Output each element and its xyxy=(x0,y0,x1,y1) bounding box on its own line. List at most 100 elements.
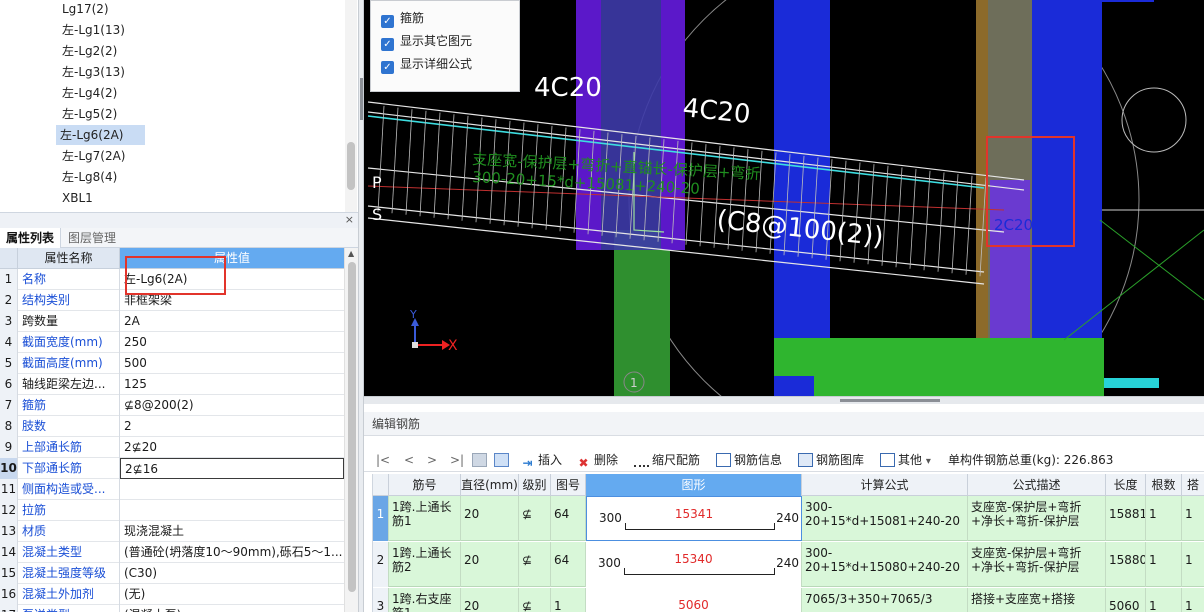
rebar-cell-dia[interactable]: 20 xyxy=(461,496,519,541)
rebar-cell-length[interactable]: 15881 xyxy=(1106,496,1146,541)
rebar-cell-idx[interactable]: 2 xyxy=(373,542,389,587)
tree-scrollbar[interactable] xyxy=(345,0,357,212)
move-up-button[interactable] xyxy=(472,448,490,472)
property-value[interactable] xyxy=(120,500,344,521)
horizontal-splitter[interactable] xyxy=(364,396,1204,404)
property-row[interactable]: 5 截面高度(mm) 500 xyxy=(0,353,344,374)
scrollbar-thumb[interactable] xyxy=(347,142,355,190)
other-menu-button[interactable]: 其他 ▾ xyxy=(880,448,931,472)
scroll-up-icon[interactable]: ▲ xyxy=(348,249,354,258)
rebar-info-button[interactable]: 钢筋信息 xyxy=(716,448,782,472)
rebar-library-button[interactable]: 钢筋图库 xyxy=(798,448,864,472)
tree-item[interactable]: 左-Lg1(13) xyxy=(58,20,129,40)
rebar-cell-length[interactable]: 5060 xyxy=(1106,588,1146,612)
checkbox-checked-icon[interactable]: ✓ xyxy=(381,38,394,51)
property-value[interactable]: 左-Lg6(2A) xyxy=(120,269,344,290)
property-row[interactable]: 9 上部通长筋 2⊈20 xyxy=(0,437,344,458)
property-value[interactable]: 250 xyxy=(120,332,344,353)
rebar-cell-fig[interactable]: 1 xyxy=(551,588,586,612)
rebar-cell-formula[interactable]: 300-20+15*d+15080+240-20 xyxy=(802,542,968,587)
property-row[interactable]: 1 名称 左-Lg6(2A) xyxy=(0,269,344,290)
property-row[interactable]: 15 混凝土强度等级 (C30) xyxy=(0,563,344,584)
checkbox-checked-icon[interactable]: ✓ xyxy=(381,61,394,74)
rebar-shape-cell[interactable]: 300 15341 240 xyxy=(586,496,802,541)
property-row[interactable]: 3 跨数量 2A xyxy=(0,311,344,332)
tab-property-list[interactable]: 属性列表 xyxy=(0,228,62,248)
first-button[interactable]: |< xyxy=(376,448,390,472)
property-row[interactable]: 14 混凝土类型 (普通砼(坍落度10～90mm),砾石5～1... xyxy=(0,542,344,563)
rebar-shape-cell[interactable]: 300 15340 240 xyxy=(586,542,802,587)
property-row[interactable]: 10 下部通长筋 2⊈16 xyxy=(0,458,344,479)
property-value[interactable]: 125 xyxy=(120,374,344,395)
tab-layer-management[interactable]: 图层管理 xyxy=(62,228,122,248)
prev-button[interactable]: < xyxy=(404,448,414,472)
insert-button[interactable]: ⇥ 插入 xyxy=(520,448,562,472)
tree-item[interactable]: 左-Lg3(13) xyxy=(58,62,129,82)
rebar-cell-desc[interactable]: 支座宽-保护层+弯折+净长+弯折-保护层 xyxy=(968,496,1106,541)
property-value[interactable]: 2 xyxy=(120,416,344,437)
rebar-cell-name[interactable]: 1跨.上通长筋1 xyxy=(389,496,461,541)
tree-item[interactable]: 左-Lg2(2) xyxy=(58,41,121,61)
last-button[interactable]: >| xyxy=(450,448,464,472)
property-row[interactable]: 16 混凝土外加剂 (无) xyxy=(0,584,344,605)
rebar-cell-fig[interactable]: 64 xyxy=(551,542,586,587)
rebar-cell-dia[interactable]: 20 xyxy=(461,588,519,612)
rebar-cell-grade[interactable]: ⊈ xyxy=(519,496,551,541)
tree-item[interactable]: Lg17(2) xyxy=(58,0,113,19)
property-value[interactable]: 2A xyxy=(120,311,344,332)
property-value[interactable]: ⊈8@200(2) xyxy=(120,395,344,416)
tree-item[interactable]: 左-Lg5(2) xyxy=(58,104,121,124)
property-row[interactable]: 12 拉筋 xyxy=(0,500,344,521)
scale-rebar-button[interactable]: 缩尺配筋 xyxy=(634,448,700,472)
rebar-cell-count[interactable]: 1 xyxy=(1146,588,1182,612)
3d-viewport[interactable]: P S 4C20 4C20 (C8@100(2)) 支座宽-保护层+弯折+直锚长… xyxy=(364,0,1204,396)
property-row[interactable]: 6 轴线距梁左边... 125 xyxy=(0,374,344,395)
rebar-cell-fig[interactable]: 64 xyxy=(551,496,586,541)
splitter-grip[interactable] xyxy=(360,78,363,120)
property-row[interactable]: 4 截面宽度(mm) 250 xyxy=(0,332,344,353)
tree-item[interactable]: 左-Lg8(4) xyxy=(58,167,121,187)
close-icon[interactable]: × xyxy=(345,213,354,227)
tree-item[interactable]: 左-Lg7(2A) xyxy=(58,146,129,166)
property-row[interactable]: 2 结构类别 非框架梁 xyxy=(0,290,344,311)
property-value[interactable]: 500 xyxy=(120,353,344,374)
rebar-cell-grade[interactable]: ⊈ xyxy=(519,542,551,587)
property-value[interactable] xyxy=(120,479,344,500)
property-row[interactable]: 7 箍筋 ⊈8@200(2) xyxy=(0,395,344,416)
property-value[interactable]: (普通砼(坍落度10～90mm),砾石5～1... xyxy=(120,542,344,563)
rebar-row[interactable]: 2 1跨.上通长筋2 20 ⊈ 64 300 15340 240 300-20+15*d+150… xyxy=(373,542,1204,587)
tree-item[interactable]: XBL1 xyxy=(58,188,97,208)
property-value[interactable]: 现浇混凝土 xyxy=(120,521,344,542)
move-down-button[interactable] xyxy=(494,448,512,472)
property-row[interactable]: 8 肢数 2 xyxy=(0,416,344,437)
property-scrollbar[interactable]: ▲ xyxy=(344,248,358,612)
rebar-cell-count[interactable]: 1 xyxy=(1146,542,1182,587)
rebar-cell-idx[interactable]: 1 xyxy=(373,496,389,541)
checkbox-checked-icon[interactable]: ✓ xyxy=(381,15,394,28)
rebar-cell-lap[interactable]: 1 xyxy=(1182,496,1204,541)
rebar-row[interactable]: 1 1跨.上通长筋1 20 ⊈ 64 300 15341 240 300-20+15*d+150… xyxy=(373,496,1204,541)
property-value[interactable]: (C30) xyxy=(120,563,344,584)
option-show-formula[interactable]: ✓ 显示详细公式 xyxy=(381,55,472,74)
scrollbar-thumb[interactable] xyxy=(348,262,356,592)
rebar-cell-grade[interactable]: ⊈ xyxy=(519,588,551,612)
rebar-cell-idx[interactable]: 3 xyxy=(373,588,389,612)
tree-item[interactable]: 左-Lg4(2) xyxy=(58,83,121,103)
tree-item-selected[interactable]: 左-Lg6(2A) xyxy=(56,125,145,145)
rebar-cell-desc[interactable]: 支座宽-保护层+弯折+净长+弯折-保护层 xyxy=(968,542,1106,587)
option-show-other[interactable]: ✓ 显示其它图元 xyxy=(381,32,472,51)
rebar-cell-name[interactable]: 1跨.右支座筋1 xyxy=(389,588,461,612)
rebar-cell-count[interactable]: 1 xyxy=(1146,496,1182,541)
rebar-cell-lap[interactable]: 1 xyxy=(1182,588,1204,612)
splitter-grip[interactable] xyxy=(840,399,940,402)
next-button[interactable]: > xyxy=(427,448,437,472)
rebar-cell-formula[interactable]: 300-20+15*d+15081+240-20 xyxy=(802,496,968,541)
property-value[interactable]: 2⊈16 xyxy=(120,458,344,479)
rebar-cell-lap[interactable]: 1 xyxy=(1182,542,1204,587)
rebar-shape-cell[interactable]: 5060 xyxy=(586,588,802,612)
rebar-cell-desc[interactable]: 搭接+支座宽+搭接 xyxy=(968,588,1106,612)
rebar-cell-formula[interactable]: 7065/3+350+7065/3 xyxy=(802,588,968,612)
property-value[interactable]: 非框架梁 xyxy=(120,290,344,311)
property-value[interactable]: (混凝土泵) xyxy=(120,605,344,612)
property-value[interactable]: 2⊈20 xyxy=(120,437,344,458)
